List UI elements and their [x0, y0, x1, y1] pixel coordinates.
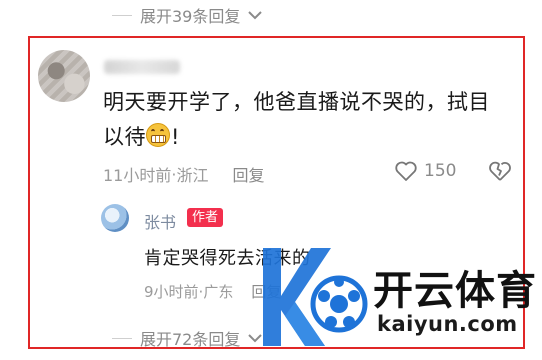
author-avatar[interactable] [101, 204, 129, 232]
like-button[interactable]: 150 [394, 160, 456, 182]
like-count: 150 [424, 161, 457, 181]
watermark-brand: 开云体育 [373, 268, 537, 314]
username-redacted [104, 60, 180, 74]
dislike-button[interactable] [488, 160, 512, 186]
expand-replies-label: 展开39条回复 [140, 7, 241, 26]
comment-meta: 11小时前 · 浙江 回复 [103, 162, 265, 186]
brand-logo-icon [263, 248, 368, 346]
broken-heart-icon [489, 161, 511, 181]
comment-location: 浙江 [176, 166, 209, 185]
expand-replies-label: 展开72条回复 [140, 330, 241, 349]
expand-replies-bottom[interactable]: 展开72条回复 [112, 326, 263, 350]
heart-icon [395, 161, 417, 181]
watermark-domain: kaiyun.com [377, 312, 518, 336]
author-reply-location: 广东 [203, 283, 234, 301]
watermark: 开云体育 kaiyun.com [255, 240, 537, 355]
chevron-down-icon [248, 11, 263, 20]
comment-text: 明天要开学了，他爸直播说不哭的，拭目以待! [103, 85, 503, 155]
comment-tail: ! [171, 125, 180, 149]
author-reply-time: 9小时前 [144, 283, 199, 301]
grinning-face-emoji-icon [146, 123, 170, 147]
divider-line [112, 337, 132, 339]
author-badge: 作者 [187, 208, 224, 227]
expand-replies-top[interactable]: 展开39条回复 [112, 3, 263, 27]
comment-time: 11小时前 [103, 166, 172, 185]
avatar[interactable] [38, 50, 90, 102]
reply-button[interactable]: 回复 [232, 162, 264, 186]
author-name[interactable]: 张书 [144, 209, 176, 233]
divider-line [112, 14, 132, 16]
